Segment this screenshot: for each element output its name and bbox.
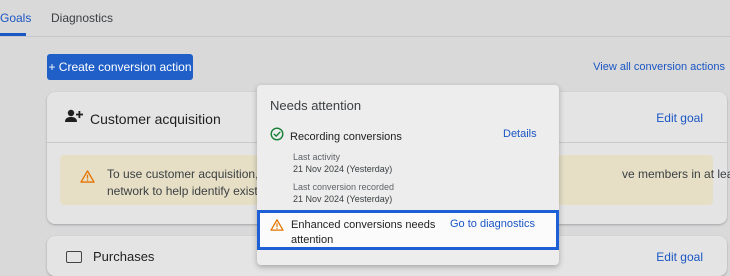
last-conversion-label: Last conversion recorded (293, 182, 395, 192)
enhanced-conversions-alert: Enhanced conversions needs attention Go … (257, 210, 559, 250)
recording-status-row: Recording conversions (270, 127, 402, 146)
edit-goal-button[interactable]: Edit goal (656, 111, 703, 125)
tab-bar: Goals Diagnostics (0, 0, 730, 37)
card2-title: Purchases (93, 249, 155, 264)
cart-icon (66, 251, 82, 263)
last-activity-label: Last activity (293, 152, 341, 162)
card-title: Customer acquisition (90, 110, 221, 127)
card-header: Customer acquisition (65, 109, 221, 128)
tab-goals[interactable]: Goals (0, 11, 31, 25)
warning-icon (80, 170, 95, 188)
warning-text-line2: network to help identify existing (107, 184, 274, 198)
tab-diagnostics[interactable]: Diagnostics (51, 11, 113, 25)
needs-attention-popup: Needs attention Recording conversions De… (257, 85, 559, 265)
enhanced-conversions-text: Enhanced conversions needs attention (291, 219, 436, 246)
last-activity: Last activity 21 Nov 2024 (Yesterday) (293, 151, 392, 175)
warning-icon (270, 218, 284, 236)
active-tab-indicator (0, 33, 26, 36)
view-all-conversion-actions-link[interactable]: View all conversion actions (593, 61, 725, 73)
warning-text-line1-start: To use customer acquisition, yo (107, 167, 275, 181)
create-conversion-action-button[interactable]: + Create conversion action (47, 54, 193, 80)
card2-edit-goal-button[interactable]: Edit goal (656, 250, 703, 264)
last-activity-value: 21 Nov 2024 (Yesterday) (293, 164, 393, 174)
last-conversion: Last conversion recorded 21 Nov 2024 (Ye… (293, 181, 394, 205)
details-link[interactable]: Details (503, 128, 537, 140)
check-circle-icon (270, 127, 284, 146)
recording-conversions-label: Recording conversions (290, 130, 402, 143)
person-add-icon (65, 109, 83, 128)
popup-title: Needs attention (270, 98, 362, 113)
last-conversion-value: 21 Nov 2024 (Yesterday) (293, 194, 393, 204)
go-to-diagnostics-link[interactable]: Go to diagnostics (450, 218, 535, 230)
warning-text-line1-end: ve members in at least one (622, 167, 730, 181)
